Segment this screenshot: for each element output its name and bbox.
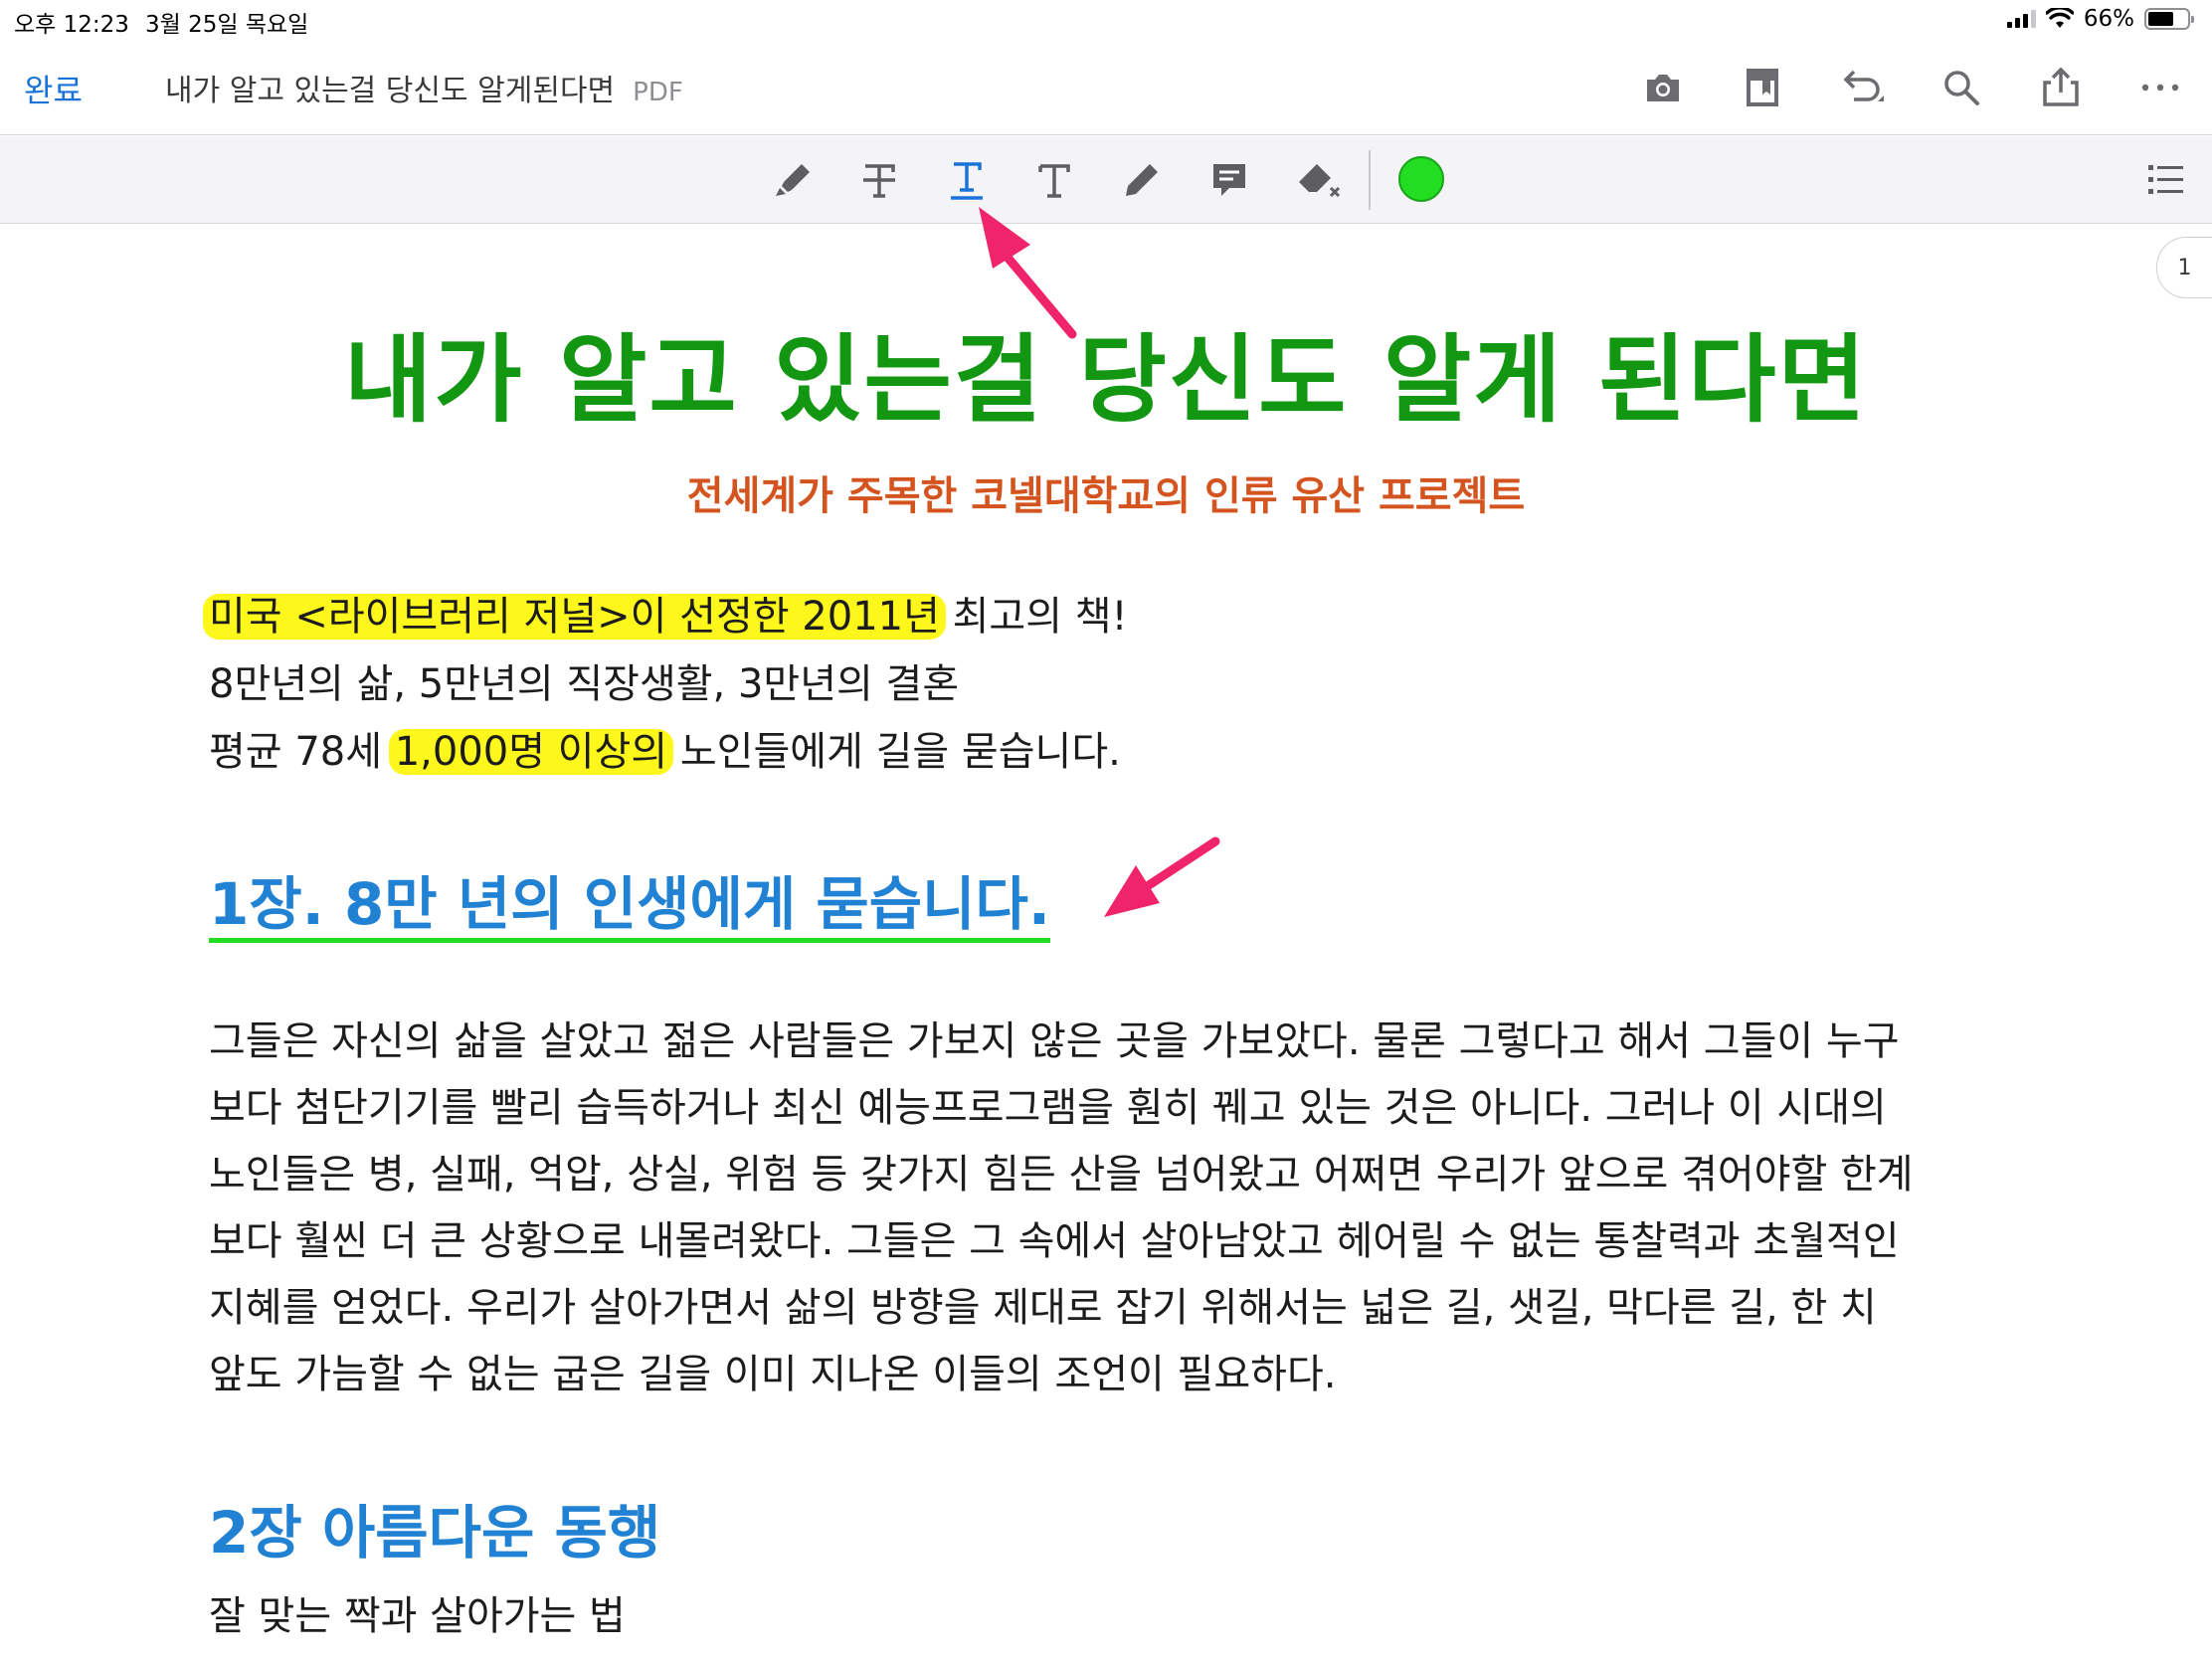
paragraph-line: 보다 훨씬 더 큰 상황으로 내몰려왔다. 그들은 그 속에서 살아남았고 헤어…	[209, 1218, 1900, 1264]
highlighter-tool-icon[interactable]	[768, 154, 820, 206]
battery-percent: 66%	[2083, 6, 2134, 32]
more-icon[interactable]	[2136, 64, 2184, 111]
comment-tool-icon[interactable]	[1203, 154, 1255, 206]
document-subtitle: 전세계가 주목한 코넬대학교의 인류 유산 프로젝트	[686, 473, 1526, 519]
document-title: 내가 알고 있는걸 당신도 알게된다면 PDF	[165, 66, 683, 109]
add-text-icon[interactable]	[1028, 154, 1080, 206]
page-index-tab[interactable]: 1	[2156, 237, 2212, 298]
navigation-bar: 완료 내가 알고 있는걸 당신도 알게된다면 PDF	[0, 40, 2212, 135]
status-indicators: 66%	[2006, 6, 2194, 32]
chapter-1-heading: 1장. 8만 년의 인생에게 묻습니다.	[209, 857, 1050, 943]
intro-line-1-rest: 최고의 책!	[939, 594, 1128, 640]
search-icon[interactable]	[1937, 64, 1985, 111]
share-icon[interactable]	[2037, 64, 2085, 111]
status-bar: 오후 12:23 3월 25일 목요일 66%	[0, 0, 2212, 40]
list-view-icon[interactable]	[2140, 154, 2192, 206]
intro-block: 미국 <라이브러리 저널>이 선정한 2011년 최고의 책! 8만년의 삶, …	[203, 583, 1128, 786]
intro-line-1: 미국 <라이브러리 저널>이 선정한 2011년 최고의 책!	[203, 583, 1128, 650]
highlighted-text[interactable]: 1,000명 이상의	[388, 729, 674, 775]
paragraph-line: 노인들은 병, 실패, 억압, 상실, 위험 등 갖가지 힘든 산을 넘어왔고 …	[209, 1152, 1914, 1198]
paragraph-line: 그들은 자신의 삶을 살았고 젊은 사람들은 가보지 않은 곳을 가보았다. 물…	[209, 1018, 1900, 1064]
done-button[interactable]: 완료	[24, 66, 83, 111]
battery-fill	[2148, 12, 2174, 26]
camera-icon[interactable]	[1639, 64, 1687, 111]
document-heading: 내가 알고 있는걸 당신도 알게 된다면	[344, 324, 1868, 436]
eraser-tool-icon[interactable]	[1293, 154, 1345, 206]
underlined-text[interactable]: 1장. 8만 년의 인생에게 묻습니다.	[209, 870, 1050, 943]
status-date: 3월 25일 목요일	[145, 12, 309, 38]
wifi-icon	[2045, 8, 2074, 28]
document-title-text: 내가 알고 있는걸 당신도 알게된다면	[165, 74, 616, 108]
chapter-1-paragraph: 그들은 자신의 삶을 살았고 젊은 사람들은 가보지 않은 곳을 가보았다. 물…	[209, 1009, 1999, 1408]
chapter-2-heading: 2장 아름다운 동행	[209, 1499, 661, 1567]
pencil-tool-icon[interactable]	[1116, 154, 1168, 206]
document-type: PDF	[633, 78, 683, 107]
paragraph-line: 지혜를 얻었다. 우리가 살아가면서 삶의 방향을 제대로 잡기 위해서는 넓은…	[209, 1285, 1877, 1331]
intro-line-3-before: 평균 78세	[209, 729, 395, 775]
highlighted-text[interactable]: 미국 <라이브러리 저널>이 선정한 2011년	[203, 594, 946, 640]
battery-icon	[2144, 8, 2194, 30]
strikethrough-text-icon[interactable]	[853, 154, 905, 206]
status-time: 오후 12:23	[14, 12, 129, 38]
color-picker-swatch[interactable]	[1398, 156, 1444, 202]
paragraph-line: 앞도 가늠할 수 없는 굽은 길을 이미 지나온 이들의 조언이 필요하다.	[209, 1352, 1337, 1397]
intro-line-2: 8만년의 삶, 5만년의 직장생활, 3만년의 결혼	[209, 661, 960, 707]
intro-line-3: 평균 78세 1,000명 이상의 노인들에게 길을 묻습니다.	[209, 718, 1128, 786]
intro-line-3-after: 노인들에게 길을 묻습니다.	[667, 729, 1121, 775]
underline-text-icon[interactable]	[941, 154, 993, 206]
annotation-toolbar	[0, 136, 2212, 224]
toolbar-divider	[1369, 150, 1371, 210]
undo-icon[interactable]	[1838, 64, 1886, 111]
paragraph-line: 보다 첨단기기를 빨리 습득하거나 최신 예능프로그램을 훤히 꿰고 있는 것은…	[209, 1085, 1887, 1131]
bookmark-icon[interactable]	[1739, 64, 1786, 111]
cellular-signal-icon	[2006, 10, 2036, 28]
chapter-2-subtitle: 잘 맞는 짝과 살아가는 법	[209, 1593, 626, 1639]
pdf-page[interactable]: 내가 알고 있는걸 당신도 알게 된다면 전세계가 주목한 코넬대학교의 인류 …	[0, 225, 2212, 1659]
